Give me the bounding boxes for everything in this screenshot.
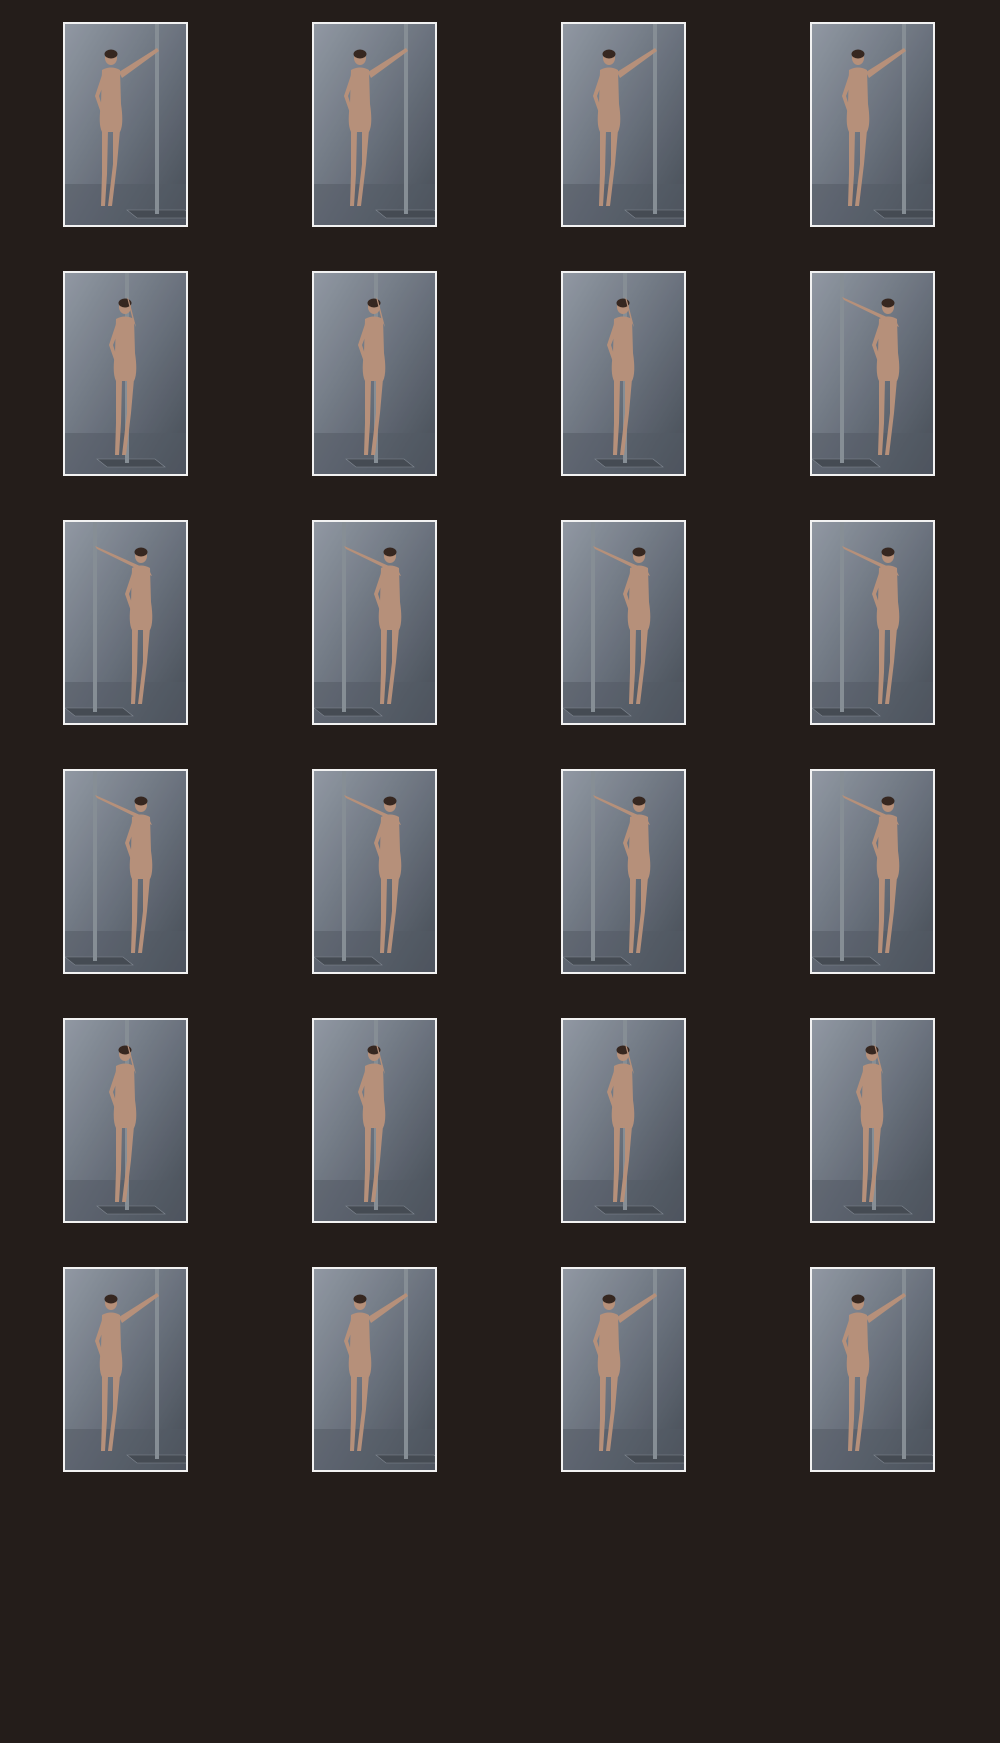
photo-vignette bbox=[563, 522, 684, 723]
photo-vignette bbox=[563, 771, 684, 972]
photo-image bbox=[314, 273, 435, 474]
photo-image bbox=[65, 24, 186, 225]
photo-thumbnail[interactable] bbox=[312, 271, 437, 476]
photo-thumbnail[interactable] bbox=[561, 769, 686, 974]
photo-thumbnail[interactable] bbox=[561, 1018, 686, 1223]
photo-thumbnail[interactable] bbox=[561, 22, 686, 227]
photo-image bbox=[812, 1020, 933, 1221]
photo-vignette bbox=[812, 771, 933, 972]
photo-image bbox=[314, 1020, 435, 1221]
photo-image bbox=[812, 522, 933, 723]
photo-vignette bbox=[314, 1020, 435, 1221]
photo-vignette bbox=[65, 1020, 186, 1221]
thumbnail-grid bbox=[63, 22, 937, 1472]
photo-image bbox=[65, 771, 186, 972]
photo-vignette bbox=[812, 1020, 933, 1221]
photo-vignette bbox=[812, 273, 933, 474]
photo-image bbox=[65, 1269, 186, 1470]
photo-thumbnail[interactable] bbox=[312, 1018, 437, 1223]
photo-vignette bbox=[65, 522, 186, 723]
photo-thumbnail[interactable] bbox=[810, 22, 935, 227]
photo-thumbnail[interactable] bbox=[312, 520, 437, 725]
photo-thumbnail[interactable] bbox=[810, 1267, 935, 1472]
photo-image bbox=[812, 273, 933, 474]
photo-image bbox=[314, 24, 435, 225]
photo-thumbnail[interactable] bbox=[810, 271, 935, 476]
photo-thumbnail[interactable] bbox=[63, 22, 188, 227]
photo-image bbox=[812, 24, 933, 225]
photo-vignette bbox=[812, 1269, 933, 1470]
photo-thumbnail[interactable] bbox=[63, 271, 188, 476]
photo-thumbnail[interactable] bbox=[312, 1267, 437, 1472]
photo-vignette bbox=[65, 1269, 186, 1470]
photo-thumbnail[interactable] bbox=[561, 1267, 686, 1472]
photo-vignette bbox=[314, 522, 435, 723]
photo-thumbnail[interactable] bbox=[312, 769, 437, 974]
photo-image bbox=[563, 273, 684, 474]
photo-image bbox=[65, 1020, 186, 1221]
photo-vignette bbox=[314, 1269, 435, 1470]
photo-image bbox=[314, 1269, 435, 1470]
photo-vignette bbox=[65, 24, 186, 225]
photo-image bbox=[65, 273, 186, 474]
photo-image bbox=[563, 771, 684, 972]
photo-vignette bbox=[563, 1269, 684, 1470]
photo-thumbnail[interactable] bbox=[63, 520, 188, 725]
photo-thumbnail[interactable] bbox=[810, 1018, 935, 1223]
photo-image bbox=[314, 771, 435, 972]
photo-thumbnail[interactable] bbox=[63, 1267, 188, 1472]
photo-vignette bbox=[563, 273, 684, 474]
photo-image bbox=[314, 522, 435, 723]
photo-image bbox=[563, 24, 684, 225]
photo-thumbnail[interactable] bbox=[561, 520, 686, 725]
photo-image bbox=[563, 522, 684, 723]
photo-thumbnail[interactable] bbox=[561, 271, 686, 476]
photo-vignette bbox=[65, 273, 186, 474]
photo-thumbnail[interactable] bbox=[312, 22, 437, 227]
photo-vignette bbox=[563, 1020, 684, 1221]
photo-vignette bbox=[65, 771, 186, 972]
photo-vignette bbox=[563, 24, 684, 225]
contact-sheet bbox=[0, 0, 1000, 1743]
photo-vignette bbox=[314, 771, 435, 972]
photo-image bbox=[65, 522, 186, 723]
photo-thumbnail[interactable] bbox=[63, 1018, 188, 1223]
photo-vignette bbox=[314, 273, 435, 474]
photo-vignette bbox=[812, 522, 933, 723]
photo-image bbox=[812, 1269, 933, 1470]
photo-thumbnail[interactable] bbox=[810, 769, 935, 974]
photo-image bbox=[563, 1269, 684, 1470]
photo-vignette bbox=[314, 24, 435, 225]
photo-vignette bbox=[812, 24, 933, 225]
photo-thumbnail[interactable] bbox=[810, 520, 935, 725]
photo-thumbnail[interactable] bbox=[63, 769, 188, 974]
photo-image bbox=[812, 771, 933, 972]
photo-image bbox=[563, 1020, 684, 1221]
